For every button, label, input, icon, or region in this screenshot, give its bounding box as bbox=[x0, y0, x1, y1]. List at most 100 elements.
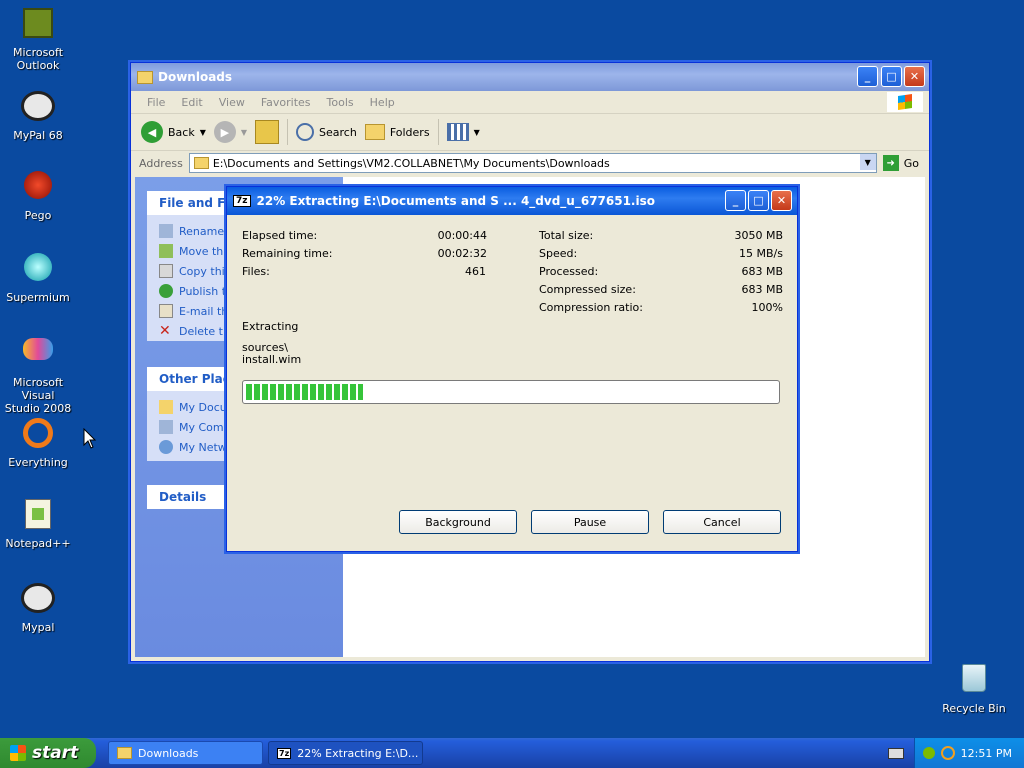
back-button[interactable]: ◀ Back ▼ bbox=[141, 121, 206, 143]
keyboard-icon[interactable] bbox=[888, 748, 904, 759]
address-bar: Address E:\Documents and Settings\VM2.CO… bbox=[131, 151, 929, 175]
windows-logo-icon bbox=[887, 92, 923, 112]
dialog-close-button[interactable]: ✕ bbox=[771, 190, 792, 211]
recycle-bin-icon bbox=[957, 664, 991, 698]
folder-icon bbox=[137, 70, 153, 84]
raccoon-icon bbox=[21, 583, 55, 617]
forward-button[interactable]: ▶ ▼ bbox=[213, 121, 248, 143]
email-icon bbox=[159, 304, 173, 318]
clock[interactable]: 12:51 PM bbox=[961, 747, 1012, 760]
views-button[interactable]: ▼ bbox=[446, 123, 480, 141]
desktop-icon-outlook[interactable]: Microsoft Outlook bbox=[0, 4, 76, 72]
go-arrow-icon: ➜ bbox=[882, 155, 899, 171]
dialog-maximize-button[interactable]: □ bbox=[748, 190, 769, 211]
7zip-icon: 7z bbox=[233, 195, 251, 207]
my-documents-icon bbox=[159, 400, 173, 414]
up-folder-button[interactable] bbox=[255, 120, 280, 144]
total-size-value: 3050 MB bbox=[734, 229, 783, 242]
menu-view[interactable]: View bbox=[211, 96, 253, 109]
maximize-button[interactable]: □ bbox=[881, 66, 902, 87]
explorer-title: Downloads bbox=[158, 70, 233, 84]
compressed-size-value: 683 MB bbox=[741, 283, 783, 296]
address-label: Address bbox=[139, 156, 183, 170]
folders-icon bbox=[364, 124, 385, 140]
windows-flag-icon bbox=[10, 745, 26, 761]
raccoon-icon bbox=[21, 91, 55, 125]
minimize-button[interactable]: _ bbox=[857, 66, 878, 87]
menu-file[interactable]: File bbox=[139, 96, 173, 109]
extraction-dialog[interactable]: 7z 22% Extracting E:\Documents and S ...… bbox=[226, 186, 798, 552]
desktop-icon-notepadpp[interactable]: Notepad++ bbox=[0, 496, 76, 550]
chevron-down-icon[interactable]: ▼ bbox=[859, 154, 876, 170]
files-value: 461 bbox=[465, 265, 486, 278]
search-icon bbox=[296, 123, 315, 141]
taskbar-item-extraction[interactable]: 7z 22% Extracting E:\D... bbox=[268, 741, 423, 765]
move-icon bbox=[159, 244, 173, 258]
menu-edit[interactable]: Edit bbox=[173, 96, 210, 109]
compressed-size-label: Compressed size: bbox=[539, 283, 636, 296]
folder-icon bbox=[117, 747, 132, 759]
start-button[interactable]: start bbox=[0, 738, 96, 768]
taskbar: start Downloads 7z 22% Extracting E:\D..… bbox=[0, 738, 1024, 768]
desktop-icon-visual-studio[interactable]: Microsoft Visual Studio 2008 bbox=[0, 332, 76, 415]
mouse-cursor bbox=[83, 428, 97, 449]
speed-label: Speed: bbox=[539, 247, 578, 260]
current-file: install.wim bbox=[242, 353, 302, 366]
dialog-minimize-button[interactable]: _ bbox=[725, 190, 746, 211]
progress-fill bbox=[246, 384, 363, 400]
network-tray-icon[interactable] bbox=[922, 747, 935, 759]
copy-icon bbox=[159, 264, 173, 278]
7zip-icon: 7z bbox=[277, 747, 292, 759]
files-label: Files: bbox=[242, 265, 270, 278]
back-arrow-icon: ◀ bbox=[141, 121, 163, 143]
folder-icon bbox=[193, 157, 209, 169]
desktop-icon-recycle-bin[interactable]: Recycle Bin bbox=[936, 660, 1012, 715]
outlook-icon bbox=[21, 8, 55, 42]
desktop-icon-mypal[interactable]: Mypal bbox=[0, 578, 76, 634]
globe-icon bbox=[159, 284, 173, 298]
elapsed-time-value: 00:00:44 bbox=[437, 229, 487, 242]
dialog-title: 22% Extracting E:\Documents and S ... 4_… bbox=[256, 194, 655, 208]
desktop-icon-everything[interactable]: Everything bbox=[0, 414, 76, 469]
supermium-icon bbox=[21, 253, 55, 287]
taskbar-item-downloads[interactable]: Downloads bbox=[108, 741, 263, 765]
folders-button[interactable]: Folders bbox=[364, 124, 430, 140]
address-input[interactable]: E:\Documents and Settings\VM2.COLLABNET\… bbox=[188, 153, 877, 173]
my-computer-icon bbox=[159, 420, 173, 434]
total-size-label: Total size: bbox=[539, 229, 594, 242]
pause-button[interactable]: Pause bbox=[531, 510, 649, 534]
search-button[interactable]: Search bbox=[296, 123, 357, 141]
search-tray-icon[interactable] bbox=[940, 746, 955, 760]
chevron-down-icon: ▼ bbox=[199, 127, 206, 137]
notepadpp-icon bbox=[21, 499, 55, 533]
chevron-down-icon: ▼ bbox=[240, 127, 248, 137]
go-button[interactable]: ➜ Go bbox=[882, 155, 919, 171]
desktop-icon-pego[interactable]: Pego bbox=[0, 168, 76, 222]
close-button[interactable]: ✕ bbox=[904, 66, 925, 87]
compression-ratio-value: 100% bbox=[751, 301, 783, 314]
pego-icon bbox=[21, 171, 55, 205]
menu-tools[interactable]: Tools bbox=[319, 96, 362, 109]
desktop-icon-supermium[interactable]: Supermium bbox=[0, 250, 76, 304]
system-tray: 12:51 PM bbox=[914, 738, 1024, 768]
cancel-button[interactable]: Cancel bbox=[663, 510, 781, 534]
menu-bar: File Edit View Favorites Tools Help bbox=[131, 91, 929, 114]
delete-x-icon: ✕ bbox=[159, 323, 171, 339]
explorer-title-bar[interactable]: Downloads _ □ ✕ bbox=[131, 63, 929, 91]
speed-value: 15 MB/s bbox=[739, 247, 783, 260]
background-button[interactable]: Background bbox=[399, 510, 517, 534]
dialog-title-bar[interactable]: 7z 22% Extracting E:\Documents and S ...… bbox=[227, 187, 797, 215]
compression-ratio-label: Compression ratio: bbox=[539, 301, 643, 314]
processed-value: 683 MB bbox=[741, 265, 783, 278]
remaining-time-value: 00:02:32 bbox=[437, 247, 487, 260]
processed-label: Processed: bbox=[539, 265, 599, 278]
visual-studio-icon bbox=[21, 338, 55, 372]
menu-help[interactable]: Help bbox=[362, 96, 403, 109]
toolbar: ◀ Back ▼ ▶ ▼ Search Folders ▼ bbox=[131, 114, 929, 151]
rename-icon bbox=[159, 224, 173, 238]
menu-favorites[interactable]: Favorites bbox=[253, 96, 319, 109]
everything-icon bbox=[21, 418, 55, 452]
remaining-time-label: Remaining time: bbox=[242, 247, 333, 260]
progress-bar bbox=[242, 380, 780, 404]
desktop-icon-mypal68[interactable]: MyPal 68 bbox=[0, 86, 76, 142]
